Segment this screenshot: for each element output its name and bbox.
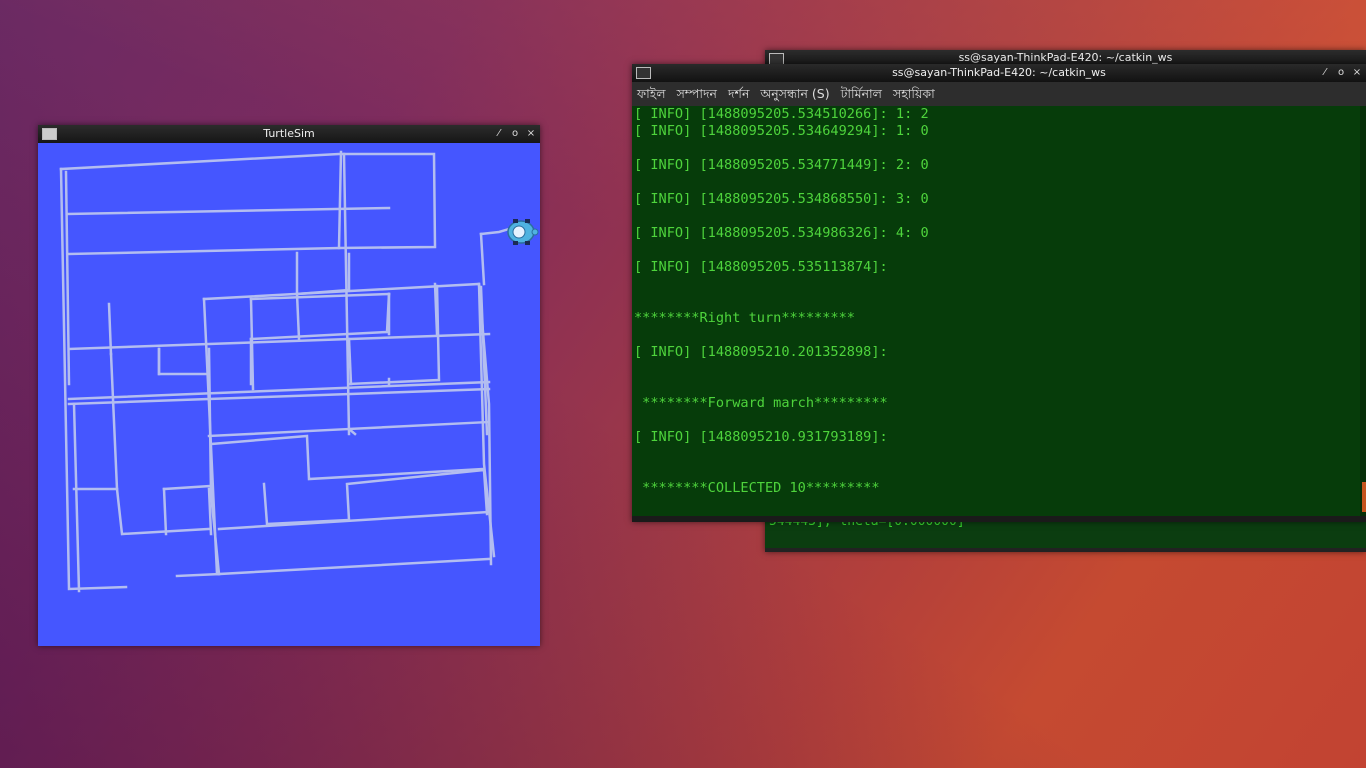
- terminal-window[interactable]: ss@sayan-ThinkPad-E420: ~/catkin_ws ⁄ o …: [632, 64, 1366, 522]
- menu-help[interactable]: সহায়িকা: [893, 82, 935, 106]
- turtlesim-window[interactable]: TurtleSim ⁄ o ×: [38, 125, 540, 646]
- terminal-line: [ INFO] [1488095205.534986326]: 4: 0: [634, 225, 929, 241]
- minimize-button[interactable]: ⁄: [494, 125, 504, 143]
- terminal-line: [ INFO] [1488095205.534868550]: 3: 0: [634, 191, 929, 207]
- maximize-button[interactable]: o: [510, 125, 520, 143]
- minimize-button[interactable]: ⁄: [1320, 64, 1330, 82]
- menu-terminal[interactable]: টার্মিনাল: [841, 82, 882, 106]
- app-icon: [42, 128, 57, 140]
- terminal-line: [ INFO] [1488095210.931793189]:: [634, 429, 888, 445]
- terminal-line: ********COLLECTED 10*********: [634, 480, 880, 496]
- turtlesim-titlebar[interactable]: TurtleSim ⁄ o ×: [38, 125, 540, 143]
- menu-view[interactable]: দর্শন: [728, 82, 749, 106]
- close-button[interactable]: ×: [1352, 64, 1362, 82]
- terminal-menubar: ফাইল সম্পাদন দর্শন অনুসন্ধান (S) টার্মিন…: [632, 82, 1366, 106]
- terminal-icon: [636, 67, 651, 79]
- turtle-canvas: [39, 144, 539, 644]
- menu-edit[interactable]: সম্পাদন: [677, 82, 717, 106]
- terminal-line: [ INFO] [1488095210.201352898]:: [634, 344, 888, 360]
- terminal-line: [ INFO] [1488095205.534649294]: 1: 0: [634, 123, 929, 139]
- close-button[interactable]: ×: [526, 125, 536, 143]
- turtle-icon: [507, 219, 539, 245]
- window-title: ss@sayan-ThinkPad-E420: ~/catkin_ws: [892, 66, 1106, 79]
- terminal-line: ********Forward march*********: [634, 395, 888, 411]
- window-title: TurtleSim: [263, 127, 315, 140]
- turtle-path-drawing: [59, 150, 539, 593]
- menu-search[interactable]: অনুসন্ধান (S): [760, 82, 829, 106]
- maximize-button[interactable]: o: [1336, 64, 1346, 82]
- terminal-titlebar[interactable]: ss@sayan-ThinkPad-E420: ~/catkin_ws ⁄ o …: [632, 64, 1366, 82]
- terminal-scrollbar[interactable]: [1360, 106, 1366, 516]
- terminal-line: [ INFO] [1488095205.535113874]:: [634, 259, 888, 275]
- window-title: ss@sayan-ThinkPad-E420: ~/catkin_ws: [958, 51, 1173, 64]
- terminal-line: [ INFO] [1488095205.534510266]: 1: 2: [634, 106, 929, 122]
- terminal-line: ********Right turn*********: [634, 310, 855, 326]
- scrollbar-thumb[interactable]: [1362, 482, 1366, 512]
- terminal-output[interactable]: [ INFO] [1488095205.534510266]: 1: 2[ IN…: [632, 106, 1360, 516]
- terminal-line: [ INFO] [1488095205.534771449]: 2: 0: [634, 157, 929, 173]
- menu-file[interactable]: ফাইল: [637, 82, 666, 106]
